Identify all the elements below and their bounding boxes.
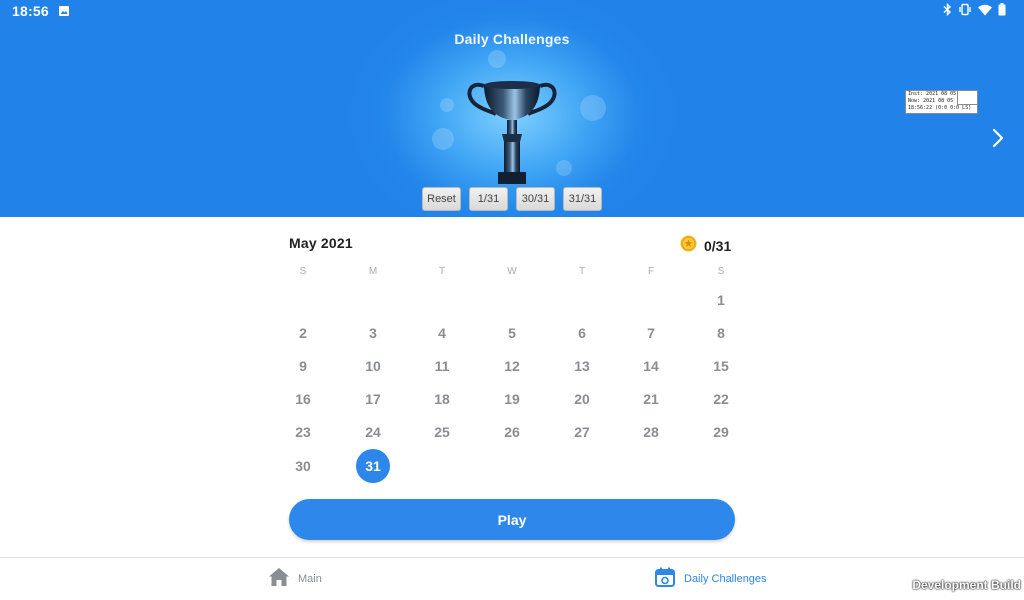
weekday-sunday: S bbox=[299, 266, 307, 277]
calendar-day[interactable]: 16 bbox=[286, 382, 320, 416]
debug-line: 18:56:22 (0:0 0:0 LS) bbox=[908, 105, 972, 111]
calendar-day[interactable]: 10 bbox=[356, 349, 390, 383]
calendar-day[interactable]: 6 bbox=[565, 316, 599, 350]
nav-label-main: Main bbox=[298, 573, 322, 585]
weekday-monday: M bbox=[368, 266, 378, 277]
status-time: 18:56 bbox=[12, 3, 49, 19]
weekday-tuesday: T bbox=[438, 266, 446, 277]
calendar-day[interactable]: 7 bbox=[634, 316, 668, 350]
nav-label-daily-challenges: Daily Challenges bbox=[684, 573, 767, 585]
page-title: Daily Challenges bbox=[454, 31, 570, 47]
calendar-day[interactable]: 3 bbox=[356, 316, 390, 350]
calendar-day[interactable]: 17 bbox=[356, 382, 390, 416]
trophy-icon bbox=[464, 76, 560, 191]
bottom-nav: Main Daily Challenges bbox=[0, 557, 1024, 600]
calendar-icon bbox=[654, 566, 676, 593]
bluetooth-icon bbox=[943, 2, 952, 21]
calendar-day-selected[interactable]: 31 bbox=[356, 449, 390, 483]
calendar-day[interactable]: 15 bbox=[704, 349, 738, 383]
calendar-day[interactable]: 23 bbox=[286, 415, 320, 449]
app-root: 18:56 Daily Challenges Inst: 2021 08 05 … bbox=[0, 0, 1024, 600]
calendar-day[interactable]: 18 bbox=[425, 382, 459, 416]
wifi-icon bbox=[978, 3, 992, 21]
calendar-day[interactable]: 1 bbox=[704, 283, 738, 317]
bokeh-light bbox=[488, 50, 506, 68]
calendar-day[interactable]: 20 bbox=[565, 382, 599, 416]
calendar-day[interactable]: 13 bbox=[565, 349, 599, 383]
calendar-day[interactable]: 8 bbox=[704, 316, 738, 350]
weekday-wednesday: W bbox=[507, 266, 517, 277]
calendar-day[interactable]: 26 bbox=[495, 415, 529, 449]
battery-icon bbox=[998, 3, 1006, 21]
home-icon bbox=[268, 567, 290, 592]
debug-buttons: Reset 1/31 30/31 31/31 bbox=[422, 187, 602, 211]
chevron-right-icon[interactable] bbox=[984, 124, 1012, 152]
calendar-day[interactable]: 28 bbox=[634, 415, 668, 449]
set-1-of-31-button[interactable]: 1/31 bbox=[469, 187, 508, 211]
progress-indicator: 0/31 bbox=[680, 235, 731, 257]
calendar-day[interactable]: 29 bbox=[704, 415, 738, 449]
calendar-day[interactable]: 9 bbox=[286, 349, 320, 383]
calendar-day[interactable]: 27 bbox=[565, 415, 599, 449]
calendar-day[interactable]: 11 bbox=[425, 349, 459, 383]
vibrate-icon bbox=[958, 3, 972, 21]
coin-star-icon bbox=[680, 235, 697, 257]
weekday-saturday: S bbox=[717, 266, 725, 277]
play-button[interactable]: Play bbox=[289, 499, 735, 540]
weekday-friday: F bbox=[647, 266, 655, 277]
calendar-day[interactable]: 30 bbox=[286, 449, 320, 483]
bokeh-light bbox=[432, 128, 454, 150]
month-label: May 2021 bbox=[289, 235, 353, 251]
calendar-day[interactable]: 25 bbox=[425, 415, 459, 449]
calendar-day[interactable]: 12 bbox=[495, 349, 529, 383]
nav-item-daily-challenges[interactable]: Daily Challenges bbox=[654, 558, 767, 600]
progress-count: 0/31 bbox=[704, 238, 732, 254]
status-icons bbox=[943, 2, 1006, 21]
calendar-day[interactable]: 24 bbox=[356, 415, 390, 449]
calendar-day[interactable]: 22 bbox=[704, 382, 738, 416]
bokeh-light bbox=[580, 95, 606, 121]
calendar: May 2021 0/31 S M T W T F S 1 2 3 4 5 6 … bbox=[0, 217, 1024, 557]
calendar-day[interactable]: 19 bbox=[495, 382, 529, 416]
weekday-thursday: T bbox=[578, 266, 586, 277]
debug-info-box: Inst: 2021 08 05 Now: 2021 08 05 18:56:2… bbox=[905, 90, 978, 114]
gallery-icon bbox=[58, 4, 70, 22]
set-30-of-31-button[interactable]: 30/31 bbox=[516, 187, 555, 211]
debug-cell bbox=[957, 91, 977, 105]
bokeh-light bbox=[440, 98, 454, 112]
calendar-day[interactable]: 21 bbox=[634, 382, 668, 416]
nav-item-main[interactable]: Main bbox=[268, 558, 322, 600]
status-bar: 18:56 bbox=[0, 0, 1024, 22]
calendar-day[interactable]: 14 bbox=[634, 349, 668, 383]
calendar-day[interactable]: 4 bbox=[425, 316, 459, 350]
reset-button[interactable]: Reset bbox=[422, 187, 461, 211]
development-build-watermark: Development Build bbox=[912, 578, 1021, 592]
header-banner: 18:56 Daily Challenges Inst: 2021 08 05 … bbox=[0, 0, 1024, 217]
calendar-day[interactable]: 5 bbox=[495, 316, 529, 350]
set-31-of-31-button[interactable]: 31/31 bbox=[563, 187, 602, 211]
calendar-day[interactable]: 2 bbox=[286, 316, 320, 350]
